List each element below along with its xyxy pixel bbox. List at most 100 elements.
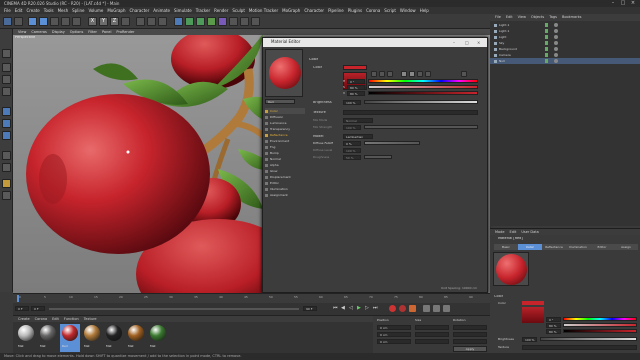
visibility-dots-icon[interactable] <box>545 35 548 39</box>
size-y-field[interactable] <box>415 332 449 337</box>
channel-checkbox[interactable] <box>265 133 268 137</box>
material-item[interactable]: Mat <box>82 324 102 352</box>
z-field[interactable]: 0 cm <box>377 339 411 344</box>
model-mode-icon[interactable] <box>2 63 11 72</box>
kelvin-icon[interactable] <box>417 71 423 77</box>
hue-slider[interactable] <box>368 79 478 83</box>
lock-workplane-icon[interactable] <box>2 191 11 200</box>
object-menu-objects[interactable]: Objects <box>531 14 544 21</box>
object-row[interactable]: Null <box>490 58 640 64</box>
cube-icon[interactable] <box>174 17 183 26</box>
close-icon[interactable]: × <box>628 0 638 7</box>
material-item[interactable]: Red <box>60 324 80 352</box>
prev-frame-icon[interactable]: ◁ <box>349 305 353 311</box>
viewport-menu-filter[interactable]: Filter <box>88 29 97 35</box>
render-view-icon[interactable] <box>136 17 145 26</box>
material-item[interactable]: Mat <box>126 324 146 352</box>
attribute-brightness-slider[interactable] <box>540 337 637 341</box>
attribute-hue-slider[interactable] <box>563 317 637 321</box>
playhead[interactable] <box>17 295 19 302</box>
material-menu-function[interactable]: Function <box>64 316 79 322</box>
material-name-field[interactable]: Red <box>265 99 295 104</box>
hsv-icon[interactable] <box>409 71 415 77</box>
maximize-icon[interactable]: □ <box>465 40 469 45</box>
attribute-color-swatch[interactable] <box>522 301 544 305</box>
visibility-dots-icon[interactable] <box>545 29 548 33</box>
material-item[interactable]: Mat <box>38 324 58 352</box>
camera-icon[interactable] <box>240 17 249 26</box>
channel-checkbox[interactable] <box>265 139 268 143</box>
brightness-slider[interactable] <box>364 100 478 104</box>
saturation-slider[interactable] <box>368 85 478 89</box>
z-axis-icon[interactable]: Z <box>110 17 119 26</box>
attribute-menu-edit[interactable]: Edit <box>510 229 517 235</box>
channel-checkbox[interactable] <box>265 151 268 155</box>
keyframe-selection-icon[interactable] <box>409 305 416 312</box>
array-icon[interactable] <box>207 17 216 26</box>
material-item[interactable]: Mat <box>16 324 36 352</box>
mix-strength-slider[interactable] <box>364 125 478 129</box>
start-frame-field[interactable]: 0 F <box>15 306 29 311</box>
light-icon[interactable] <box>251 17 260 26</box>
attribute-tab-editor[interactable]: Editor <box>590 244 614 250</box>
object-menu-tags[interactable]: Tags <box>549 14 557 21</box>
coordinate-system-icon[interactable] <box>121 17 130 26</box>
menu-item-simulate[interactable]: Simulate <box>174 7 192 14</box>
attribute-tab-illumination[interactable]: Illumination <box>566 244 590 250</box>
rot-b-field[interactable] <box>453 339 487 344</box>
image-picker-icon[interactable] <box>387 71 393 77</box>
workplane-icon[interactable] <box>2 87 11 96</box>
color-swatch[interactable] <box>343 65 367 70</box>
timeline-ruler[interactable]: 0 5 10 15 20 25 30 35 40 45 50 55 60 65 70 75 80 85 90 <box>13 295 490 302</box>
menu-item-file[interactable]: File <box>4 7 11 14</box>
texture-mode-icon[interactable] <box>2 75 11 84</box>
select-tool-icon[interactable] <box>28 17 37 26</box>
menu-item-mograph[interactable]: MoGraph <box>107 7 125 14</box>
rotation-key-icon[interactable] <box>443 305 450 312</box>
floor-icon[interactable] <box>229 17 238 26</box>
minimize-icon[interactable]: – <box>453 40 455 45</box>
timeline-range-bar[interactable] <box>49 308 299 310</box>
brightness-field[interactable]: 100 % <box>343 100 361 105</box>
move-tool-icon[interactable] <box>39 17 48 26</box>
current-frame-field[interactable]: 0 F <box>31 306 45 311</box>
menu-item-window[interactable]: Window <box>400 7 416 14</box>
attribute-brightness-field[interactable]: 100 % <box>522 337 537 342</box>
rot-p-field[interactable] <box>453 332 487 337</box>
menu-item-create[interactable]: Create <box>26 7 39 14</box>
channel-checkbox[interactable] <box>265 193 268 197</box>
tweak-mode-icon[interactable] <box>2 163 11 172</box>
channel-checkbox[interactable] <box>265 181 268 185</box>
menu-item-spline[interactable]: Spline <box>72 7 84 14</box>
recent-tool-icon[interactable] <box>72 17 81 26</box>
axis-mode-icon[interactable] <box>2 151 11 160</box>
attribute-v-field[interactable]: 80 % <box>546 329 561 334</box>
eyedropper-icon[interactable] <box>461 71 467 77</box>
pen-icon[interactable] <box>185 17 194 26</box>
snap-icon[interactable] <box>2 179 11 188</box>
redo-icon[interactable] <box>14 17 23 26</box>
viewport-menu-view[interactable]: View <box>18 29 26 35</box>
deformer-icon[interactable] <box>218 17 227 26</box>
edges-mode-icon[interactable] <box>2 119 11 128</box>
rot-h-field[interactable] <box>453 325 487 330</box>
menu-item-script[interactable]: Script <box>384 7 396 14</box>
channel-checkbox[interactable] <box>265 127 268 131</box>
visibility-dots-icon[interactable] <box>545 41 548 45</box>
viewport-menu-display[interactable]: Display <box>52 29 65 35</box>
menu-item-plugins[interactable]: Plugins <box>348 7 362 14</box>
roughness-slider[interactable] <box>364 155 392 159</box>
material-menu-corona[interactable]: Corona <box>35 316 47 322</box>
menu-item-corona[interactable]: Corona <box>366 7 380 14</box>
viewport-menu-prorender[interactable]: ProRender <box>116 29 134 35</box>
menu-item-help[interactable]: Help <box>420 7 429 14</box>
menu-item-mesh[interactable]: Mesh <box>58 7 69 14</box>
material-item[interactable]: Mat <box>104 324 124 352</box>
size-x-field[interactable] <box>415 325 449 330</box>
end-frame-field[interactable]: 90 F <box>303 306 317 311</box>
spectrum-icon[interactable] <box>379 71 385 77</box>
menu-item-motion-tracker[interactable]: Motion Tracker <box>249 7 278 14</box>
channel-checkbox[interactable] <box>265 145 268 149</box>
apply-button[interactable]: Apply <box>453 346 487 352</box>
menu-item-animate[interactable]: Animate <box>153 7 170 14</box>
